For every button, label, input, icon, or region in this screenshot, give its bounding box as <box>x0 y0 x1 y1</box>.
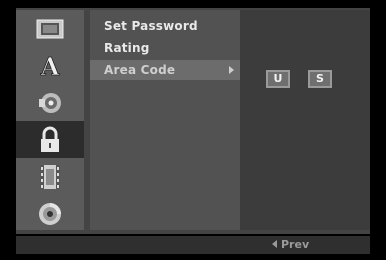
disc-icon <box>39 202 61 225</box>
sidebar-item-language[interactable]: A <box>16 47 84 84</box>
lock-icon <box>41 126 59 152</box>
menu-item-set-password[interactable]: Set Password <box>90 16 240 36</box>
sidebar-item-display[interactable] <box>16 10 84 47</box>
area-code-panel: U S <box>240 10 370 230</box>
sidebar-item-disc[interactable] <box>16 195 84 232</box>
area-code-letter-1[interactable]: U <box>266 70 290 88</box>
audio-icon <box>39 92 61 113</box>
menu-item-label: Rating <box>104 41 150 55</box>
recording-icon <box>40 164 60 189</box>
arrow-left-icon <box>272 240 277 248</box>
svg-text:A: A <box>40 53 60 79</box>
chevron-right-icon <box>229 66 234 74</box>
lock-settings-menu: Set Password Rating Area Code <box>90 10 240 230</box>
prev-label: Prev <box>281 238 310 251</box>
category-sidebar: A <box>16 10 84 230</box>
language-icon: A <box>39 53 60 79</box>
display-icon <box>36 19 64 38</box>
area-code-letter-2[interactable]: S <box>308 70 332 88</box>
prev-hint[interactable]: Prev <box>272 238 309 252</box>
sidebar-item-recording[interactable] <box>16 158 84 195</box>
menu-item-area-code[interactable]: Area Code <box>90 60 240 80</box>
menu-item-label: Set Password <box>104 19 198 33</box>
dvd-setup-screen: A Set Password Rating Area Code U S Prev <box>0 0 386 260</box>
sidebar-item-lock[interactable] <box>16 121 84 158</box>
menu-item-rating[interactable]: Rating <box>90 38 240 58</box>
footer-bar <box>16 236 370 254</box>
menu-item-label: Area Code <box>104 63 176 77</box>
sidebar-item-audio[interactable] <box>16 84 84 121</box>
